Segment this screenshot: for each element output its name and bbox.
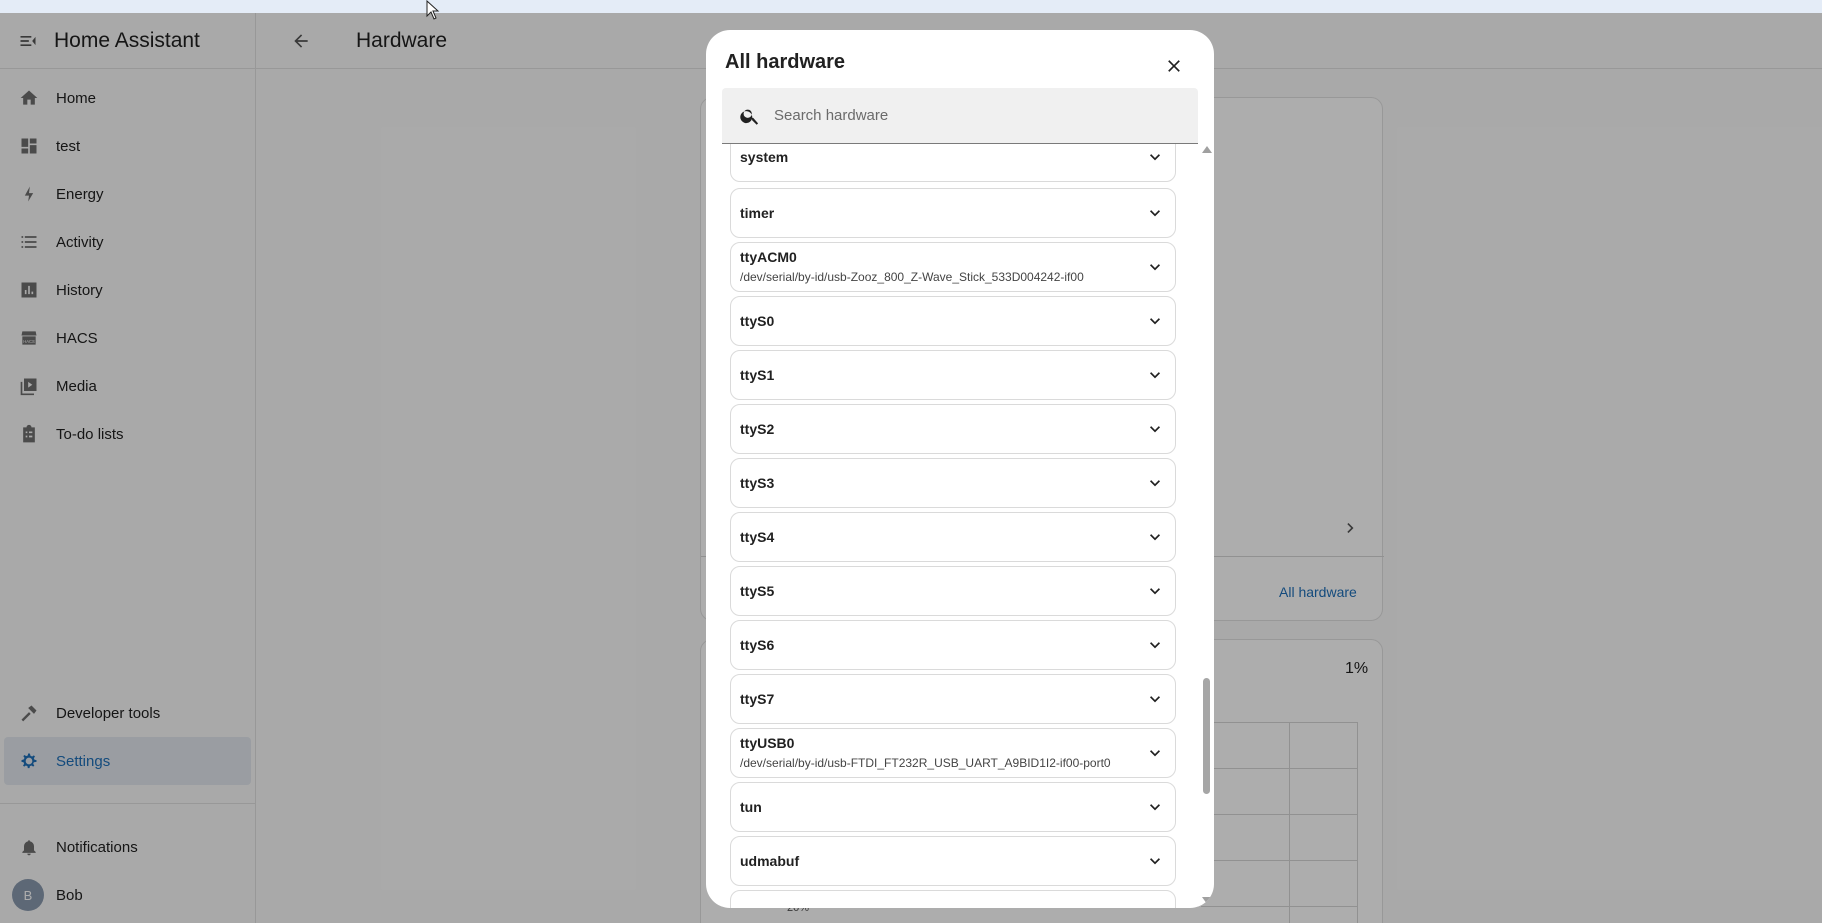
chevron-down-icon[interactable] [1145, 689, 1165, 709]
mouse-cursor-icon [426, 0, 440, 25]
list-item[interactable]: ttyS5 [730, 566, 1176, 616]
close-button[interactable] [1158, 50, 1190, 82]
close-icon [1168, 60, 1180, 72]
hardware-name: ttyACM0 [740, 249, 797, 265]
hardware-name: tun [740, 799, 762, 815]
hardware-name: timer [740, 205, 775, 221]
search-input[interactable] [774, 107, 1174, 124]
hardware-name: ttyS1 [740, 367, 775, 383]
dialog-scrollbar[interactable] [1200, 146, 1212, 904]
list-item[interactable]: ttyACM0 /dev/serial/by-id/usb-Zooz_800_Z… [730, 242, 1176, 292]
chevron-down-icon[interactable] [1145, 419, 1165, 439]
chevron-down-icon[interactable] [1145, 851, 1165, 871]
search-field[interactable] [722, 88, 1198, 144]
hardware-path: /dev/serial/by-id/usb-Zooz_800_Z-Wave_St… [740, 270, 1084, 284]
list-item[interactable]: timer [730, 188, 1176, 238]
list-item[interactable]: ttyS0 [730, 296, 1176, 346]
list-item[interactable]: ttyS3 [730, 458, 1176, 508]
hardware-path: /dev/serial/by-id/usb-FTDI_FT232R_USB_UA… [740, 756, 1111, 770]
hardware-name: ttyUSB0 [740, 735, 795, 751]
hardware-name: ttyS4 [740, 529, 775, 545]
list-item[interactable]: system [730, 144, 1176, 182]
list-item[interactable]: ttyS7 [730, 674, 1176, 724]
dialog-title: All hardware [725, 51, 846, 73]
list-item[interactable] [730, 890, 1176, 908]
chevron-down-icon[interactable] [1145, 311, 1165, 331]
chevron-down-icon[interactable] [1145, 581, 1165, 601]
list-item[interactable]: udmabuf [730, 836, 1176, 886]
list-item[interactable]: ttyS4 [730, 512, 1176, 562]
list-item[interactable]: tun [730, 782, 1176, 832]
chevron-down-icon[interactable] [1145, 147, 1165, 167]
hardware-name: ttyS3 [740, 475, 775, 491]
hardware-name: system [740, 149, 789, 165]
hardware-name: udmabuf [740, 853, 800, 869]
chevron-down-icon[interactable] [1145, 635, 1165, 655]
all-hardware-dialog: All hardware system timer ttyACM0 /dev/s… [706, 30, 1214, 908]
chevron-down-icon[interactable] [1145, 257, 1165, 277]
chevron-down-icon[interactable] [1145, 797, 1165, 817]
scroll-thumb[interactable] [1203, 678, 1210, 794]
scroll-down-arrow-icon[interactable] [1202, 897, 1212, 904]
list-item[interactable]: ttyS6 [730, 620, 1176, 670]
list-item[interactable]: ttyS2 [730, 404, 1176, 454]
search-icon [738, 104, 762, 128]
chevron-down-icon[interactable] [1145, 743, 1165, 763]
hardware-name: ttyS2 [740, 421, 775, 437]
list-item[interactable]: ttyUSB0 /dev/serial/by-id/usb-FTDI_FT232… [730, 728, 1176, 778]
chevron-down-icon[interactable] [1145, 527, 1165, 547]
browser-top-strip [0, 0, 1822, 13]
list-item[interactable]: ttyS1 [730, 350, 1176, 400]
hardware-name: ttyS7 [740, 691, 775, 707]
hardware-name: ttyS0 [740, 313, 775, 329]
hardware-name: ttyS6 [740, 637, 775, 653]
chevron-down-icon[interactable] [1145, 473, 1165, 493]
chevron-down-icon[interactable] [1145, 203, 1165, 223]
chevron-down-icon[interactable] [1145, 365, 1165, 385]
scroll-up-arrow-icon[interactable] [1202, 146, 1212, 153]
hardware-name: ttyS5 [740, 583, 775, 599]
hardware-list: system timer ttyACM0 /dev/serial/by-id/u… [730, 144, 1176, 908]
